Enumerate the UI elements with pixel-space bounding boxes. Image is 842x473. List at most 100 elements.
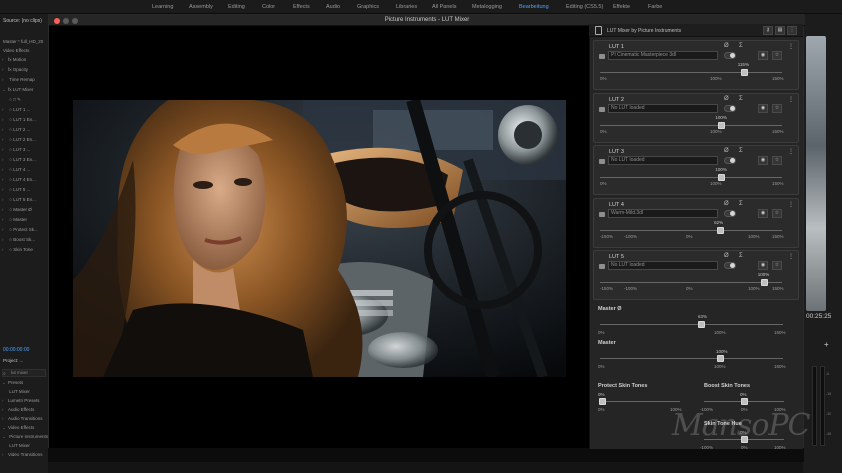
effect-row[interactable]: ⌄ fx LUT Mixer xyxy=(2,87,48,95)
sigma-icon[interactable]: Σ xyxy=(739,96,743,102)
project-tab[interactable]: Project: ... xyxy=(3,358,23,363)
lut-slider-handle[interactable] xyxy=(718,174,726,181)
boost-skin-slider-handle[interactable] xyxy=(741,398,748,405)
effect-row[interactable]: › fx Motion xyxy=(2,57,48,65)
effects-search-input[interactable]: lut mixer xyxy=(2,369,46,377)
effects-tree-item[interactable]: › Video Transitions xyxy=(2,452,48,460)
effect-row[interactable]: › fx Opacity xyxy=(2,67,48,75)
effects-tree-item[interactable]: ⌄ Picture Instruments xyxy=(2,434,48,442)
lut-file-field[interactable]: No LUT loaded xyxy=(608,156,718,165)
workspace-tab[interactable]: Metalogging xyxy=(472,4,502,10)
eye-icon[interactable]: ◉ xyxy=(758,156,768,165)
workspace-tab[interactable]: All Panels xyxy=(432,4,456,10)
invert-icon[interactable]: Ø xyxy=(724,43,729,49)
folder-icon[interactable] xyxy=(599,159,605,164)
lut-slider-handle[interactable] xyxy=(760,279,768,286)
workspace-tab[interactable]: Effects xyxy=(293,4,310,10)
lut-slider-handle[interactable] xyxy=(740,69,748,76)
effect-row[interactable]: › ○ LUT 1 En... xyxy=(2,117,48,125)
effect-row[interactable]: › ○ LUT 4 ... xyxy=(2,167,48,175)
star-icon[interactable]: ☆ xyxy=(772,103,782,113)
sigma-icon[interactable]: Σ xyxy=(739,201,743,207)
master-slider-handle[interactable] xyxy=(717,355,724,362)
effect-row[interactable]: › ○ LUT 2 ... xyxy=(2,127,48,135)
timecode[interactable]: 00:00:00:00 xyxy=(3,347,29,353)
program-timecode[interactable]: 00:25:25 xyxy=(806,313,831,320)
eye-icon[interactable]: ◉ xyxy=(758,208,768,218)
effect-row[interactable]: › ○ LUT 2 En... xyxy=(2,137,48,145)
effect-row[interactable]: › ○ Skin Tone xyxy=(2,247,48,255)
more-icon[interactable]: ⋮ xyxy=(788,253,794,260)
folder-icon[interactable] xyxy=(599,211,605,217)
effects-tree-item[interactable]: › Lumetri Presets xyxy=(2,398,48,406)
star-icon[interactable]: ☆ xyxy=(772,156,782,165)
effects-tree-item[interactable]: › Audio Transitions xyxy=(2,416,48,424)
more-icon[interactable]: ⋮ xyxy=(788,201,794,208)
effect-row[interactable]: › ○ Boost Sk... xyxy=(2,237,48,245)
key-icon[interactable]: ⚷ xyxy=(763,26,773,35)
effect-row[interactable]: › ○ LUT 5 ... xyxy=(2,187,48,195)
source-tab[interactable]: Source: (no clips) xyxy=(3,18,42,24)
effect-row[interactable]: › ○ LUT 1 ... xyxy=(2,107,48,115)
more-icon[interactable]: ⋮ xyxy=(788,148,794,155)
effect-row[interactable]: › ○ Protect Sk... xyxy=(2,227,48,235)
effects-tree-item[interactable]: ⌄ Video Effects xyxy=(2,425,48,433)
stack-icon[interactable]: ▤ xyxy=(775,26,785,35)
lut-file-field[interactable]: No LUT loaded xyxy=(608,261,718,270)
effect-row[interactable]: › ○ LUT 3 ... xyxy=(2,147,48,155)
star-icon[interactable]: ☆ xyxy=(772,208,782,218)
invert-icon[interactable]: Ø xyxy=(724,96,729,102)
effect-row[interactable]: › ○ LUT 4 En... xyxy=(2,177,48,185)
workspace-tab[interactable]: Learning xyxy=(152,4,173,10)
workspace-tab[interactable]: Editing xyxy=(228,4,245,10)
workspace-tab[interactable]: Assembly xyxy=(189,4,213,10)
lut-enable-toggle[interactable] xyxy=(724,157,736,164)
more-icon[interactable]: ⋮ xyxy=(788,96,794,103)
folder-icon[interactable] xyxy=(599,54,605,59)
master-zero-slider-handle[interactable] xyxy=(698,321,705,328)
effect-row[interactable]: › ○ LUT 5 En... xyxy=(2,197,48,205)
effect-row[interactable]: › Time Remap xyxy=(2,77,48,85)
star-icon[interactable]: ☆ xyxy=(772,51,782,60)
workspace-tab[interactable]: Libraries xyxy=(396,4,417,10)
workspace-tab[interactable]: Effekte xyxy=(613,4,630,10)
more-icon[interactable]: ⋮ xyxy=(788,43,794,50)
effects-tree-item[interactable]: LUT Mixer xyxy=(2,443,48,451)
lut-file-field[interactable]: No LUT loaded xyxy=(608,103,718,113)
effect-row[interactable]: ○ □ ✎ xyxy=(2,97,48,105)
workspace-tab[interactable]: Editing (CS5.5) xyxy=(566,4,603,10)
folder-icon[interactable] xyxy=(599,106,605,112)
protect-skin-slider-handle[interactable] xyxy=(599,398,606,405)
lut-slider-handle[interactable] xyxy=(717,226,725,234)
add-button[interactable]: + xyxy=(824,340,829,349)
effects-tree-item[interactable]: ⌄ Presets xyxy=(2,380,48,388)
invert-icon[interactable]: Ø xyxy=(724,201,729,207)
effect-row[interactable]: › ○ Master Ø xyxy=(2,207,48,215)
protect-skin-track[interactable] xyxy=(600,401,680,402)
lut-slider-track[interactable] xyxy=(600,177,782,178)
lut-enable-toggle[interactable] xyxy=(724,262,736,269)
lut-enable-toggle[interactable] xyxy=(724,209,736,217)
effect-row[interactable]: › ○ LUT 3 En... xyxy=(2,157,48,165)
workspace-tab[interactable]: Audio xyxy=(326,4,340,10)
lut-slider-track[interactable] xyxy=(600,124,782,126)
eye-icon[interactable]: ◉ xyxy=(758,51,768,60)
lut-file-field[interactable]: PI Cinematic Masterpiece 3dl xyxy=(608,51,718,60)
sigma-icon[interactable]: Σ xyxy=(739,253,743,259)
invert-icon[interactable]: Ø xyxy=(724,253,729,259)
effects-tree-item[interactable]: › Audio Effects xyxy=(2,407,48,415)
lut-slider-handle[interactable] xyxy=(718,121,726,129)
star-icon[interactable]: ☆ xyxy=(772,261,782,270)
workspace-tab[interactable]: Color xyxy=(262,4,275,10)
workspace-tab[interactable]: Bearbeitung xyxy=(519,4,549,10)
lut-enable-toggle[interactable] xyxy=(724,52,736,59)
eye-icon[interactable]: ◉ xyxy=(758,261,768,270)
master-track[interactable] xyxy=(600,358,783,359)
lut-file-field[interactable]: Warm-Mild.3dl xyxy=(608,208,718,218)
workspace-tab[interactable]: Graphics xyxy=(357,4,379,10)
sigma-icon[interactable]: Σ xyxy=(739,148,743,154)
folder-icon[interactable] xyxy=(599,264,605,269)
lut-slider-track[interactable] xyxy=(600,282,782,283)
lut-slider-track[interactable] xyxy=(600,72,782,73)
lut-enable-toggle[interactable] xyxy=(724,104,736,112)
